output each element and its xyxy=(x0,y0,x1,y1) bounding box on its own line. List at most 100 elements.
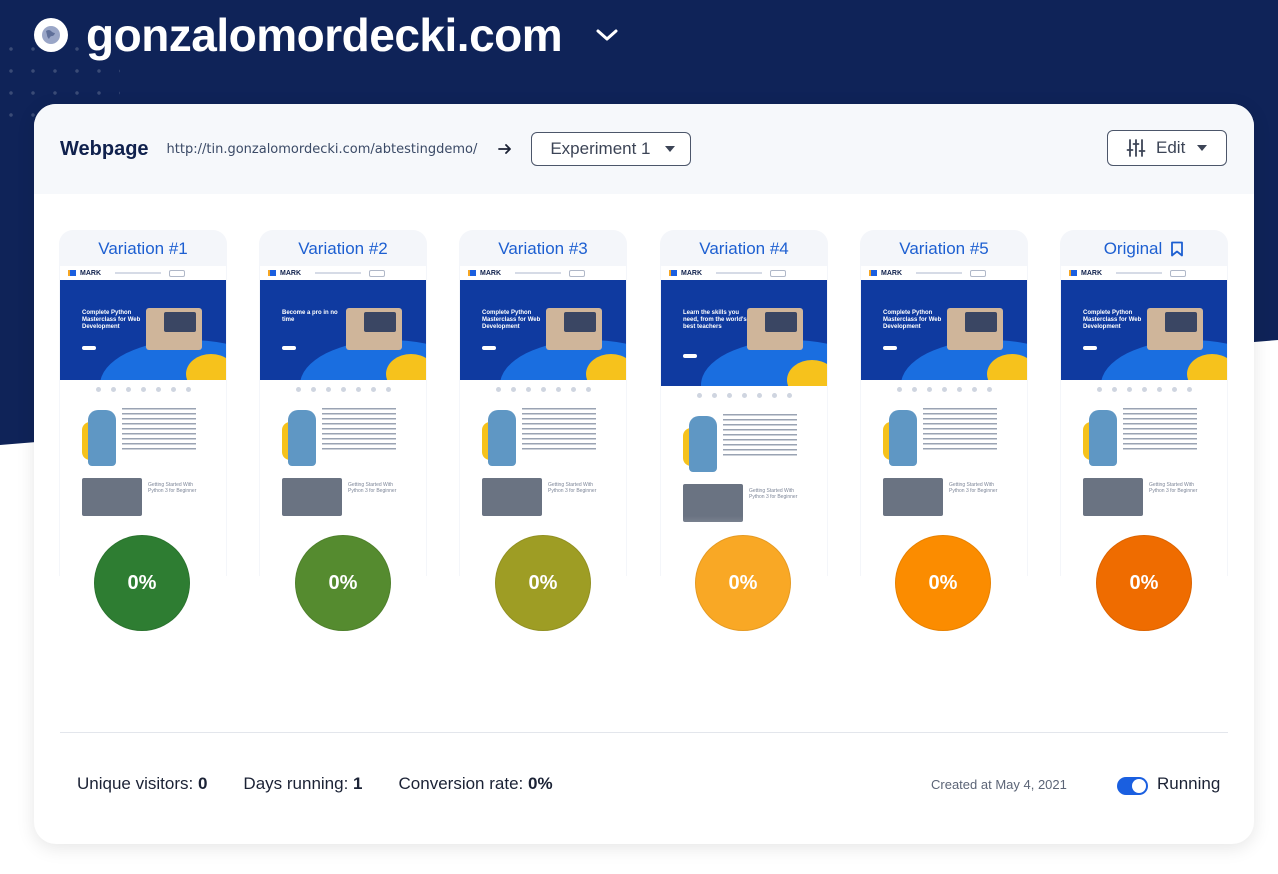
arrow-right-icon[interactable] xyxy=(497,141,513,157)
thumb-hero-button xyxy=(282,346,296,350)
thumb-brand: MARK xyxy=(280,269,301,277)
thumb-hero-text: Learn the skills you need, from the worl… xyxy=(683,310,747,330)
thumb-logo-icon xyxy=(869,270,877,276)
variation-thumbnail[interactable]: MARK Complete Python Masterclass for Web … xyxy=(861,266,1027,576)
thumb-nav-button xyxy=(169,269,185,277)
thumb-navbar: MARK xyxy=(460,266,626,280)
variation-title[interactable]: Variation #1 xyxy=(59,236,227,262)
thumb-nav-links xyxy=(1116,272,1162,274)
thumb-nav-links xyxy=(716,272,762,274)
thumb-logo-icon xyxy=(468,270,476,276)
thumb-icon-row xyxy=(861,380,1027,398)
thumb-hero: Complete Python Masterclass for Web Deve… xyxy=(460,280,626,380)
thumb-hero-text: Complete Python Masterclass for Web Deve… xyxy=(883,310,942,330)
variation-thumbnail[interactable]: MARK Complete Python Masterclass for Web … xyxy=(1061,266,1227,576)
experiment-select[interactable]: Experiment 1 xyxy=(531,132,692,166)
variation-title[interactable]: Original xyxy=(1060,236,1228,262)
thumb-hero: Complete Python Masterclass for Web Deve… xyxy=(1061,280,1227,380)
variation-title-label: Variation #2 xyxy=(298,239,388,258)
variation-column: Variation #1 MARK Complete Python Mastercl… xyxy=(59,230,227,576)
thumb-course-image xyxy=(482,478,542,516)
variation-title[interactable]: Variation #5 xyxy=(860,236,1028,262)
conversion-circle-value: 0% xyxy=(127,571,157,594)
experiment-select-value: Experiment 1 xyxy=(550,139,651,158)
thumb-about-text xyxy=(122,408,196,452)
conversion-circle: 0% xyxy=(695,535,791,631)
variation-thumbnail[interactable]: MARK Become a pro in no time Getting Start… xyxy=(260,266,426,576)
edit-button-label: Edit xyxy=(1156,138,1186,157)
thumb-course-title: Getting Started With Python 3 for Beginn… xyxy=(348,482,397,494)
variation-thumbnail[interactable]: MARK Learn the skills you need, from the … xyxy=(661,266,827,576)
thumb-logo-icon xyxy=(669,270,677,276)
days-running: Days running: 1 xyxy=(243,774,362,794)
edit-button[interactable]: Edit xyxy=(1107,130,1227,166)
thumb-about-section xyxy=(260,398,426,470)
thumb-about-text xyxy=(1123,408,1197,452)
variation-title-label: Variation #1 xyxy=(98,239,188,258)
thumb-about-section xyxy=(460,398,626,470)
thumb-nav-button xyxy=(369,269,385,277)
thumb-about-section xyxy=(1061,398,1227,470)
variation-column: Variation #4 MARK Learn the skills you nee… xyxy=(660,230,828,576)
conversion-rate: Conversion rate: 0% xyxy=(399,774,553,794)
variation-column: Variation #3 MARK Complete Python Mastercl… xyxy=(459,230,627,576)
thumb-navbar: MARK xyxy=(1061,266,1227,280)
thumb-hero-monitor xyxy=(564,312,596,332)
thumb-hero-text: Complete Python Masterclass for Web Deve… xyxy=(82,310,141,330)
thumb-course-title: Getting Started With Python 3 for Beginn… xyxy=(949,482,998,494)
thumb-brand: MARK xyxy=(80,269,101,277)
caret-down-icon xyxy=(1197,145,1208,151)
thumb-logo-icon xyxy=(1069,270,1077,276)
variation-thumbnail[interactable]: MARK Complete Python Masterclass for Web … xyxy=(460,266,626,576)
thumb-course-title: Getting Started With Python 3 for Beginn… xyxy=(548,482,597,494)
variation-title[interactable]: Variation #2 xyxy=(259,236,427,262)
thumb-nav-button xyxy=(1170,269,1186,277)
thumb-hero-text: Complete Python Masterclass for Web Deve… xyxy=(1083,310,1142,330)
thumb-nav-links xyxy=(916,272,962,274)
created-date: Created at May 4, 2021 xyxy=(931,777,1067,792)
thumb-nav-links xyxy=(115,272,161,274)
variation-column: Variation #5 MARK Complete Python Mastercl… xyxy=(860,230,1028,576)
thumb-icon-row xyxy=(60,380,226,398)
days-running-value: 1 xyxy=(353,774,363,793)
thumb-logo-icon xyxy=(268,270,276,276)
days-running-label: Days running: xyxy=(243,774,349,793)
thumb-nav-button xyxy=(970,269,986,277)
conversion-circle: 0% xyxy=(895,535,991,631)
thumb-course-image xyxy=(282,478,342,516)
thumb-hero-monitor xyxy=(965,312,997,332)
thumb-course-title: Getting Started With Python 3 for Beginn… xyxy=(749,488,798,500)
unique-visitors-label: Unique visitors: xyxy=(77,774,194,793)
conversion-circle-value: 0% xyxy=(328,571,358,594)
thumb-brand: MARK xyxy=(1081,269,1102,277)
thumb-about-section xyxy=(861,398,1027,470)
thumb-brand: MARK xyxy=(881,269,902,277)
thumb-hero-button xyxy=(883,346,897,350)
variation-title[interactable]: Variation #4 xyxy=(660,236,828,262)
thumb-hero-button xyxy=(482,346,496,350)
thumb-person-image xyxy=(488,410,516,466)
thumb-hero-text: Become a pro in no time xyxy=(282,310,338,323)
thumb-about-text xyxy=(322,408,396,452)
webpage-url[interactable]: http://tin.gonzalomordecki.com/abtesting… xyxy=(167,142,478,157)
thumb-course-title: Getting Started With Python 3 for Beginn… xyxy=(148,482,197,494)
running-toggle[interactable] xyxy=(1117,777,1148,795)
thumb-brand: MARK xyxy=(681,269,702,277)
conversion-circle-value: 0% xyxy=(1129,571,1159,594)
variation-thumbnail[interactable]: MARK Complete Python Masterclass for Web … xyxy=(60,266,226,576)
thumb-course-image xyxy=(1083,478,1143,516)
chevron-down-icon[interactable] xyxy=(592,20,622,50)
unique-visitors: Unique visitors: 0 xyxy=(77,774,207,794)
thumb-hero-text: Complete Python Masterclass for Web Deve… xyxy=(482,310,541,330)
variation-title[interactable]: Variation #3 xyxy=(459,236,627,262)
thumb-person-image xyxy=(88,410,116,466)
thumb-hero-monitor xyxy=(1165,312,1197,332)
thumb-person-image xyxy=(1089,410,1117,466)
site-title: gonzalomordecki.com xyxy=(86,9,563,61)
thumb-about-text xyxy=(923,408,997,452)
thumb-navbar: MARK xyxy=(60,266,226,280)
thumb-hero-monitor xyxy=(364,312,396,332)
globe-icon xyxy=(34,18,68,52)
conversion-circle: 0% xyxy=(94,535,190,631)
variation-title-label: Variation #3 xyxy=(498,239,588,258)
